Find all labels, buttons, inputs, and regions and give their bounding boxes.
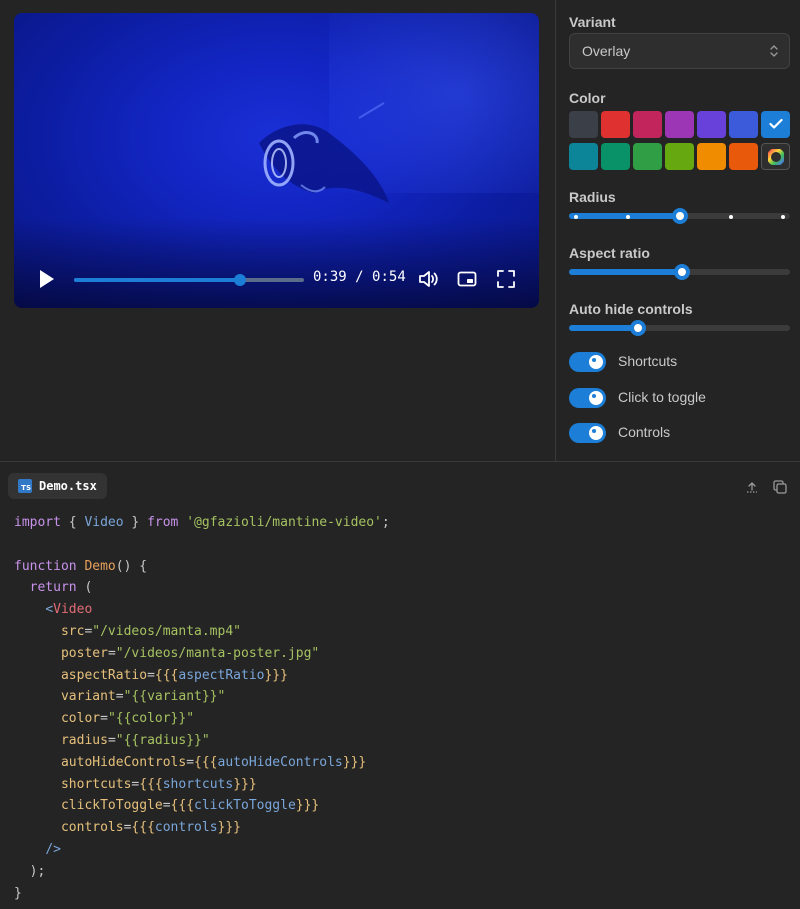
color-swatch[interactable] [601,143,630,170]
color-label: Color [569,90,606,106]
preview-pane: 0:39 / 0:54 [0,0,555,462]
code-token: aspectRatio [178,667,265,683]
color-swatch[interactable] [697,143,726,170]
variant-value: Overlay [582,43,631,59]
color-swatch[interactable] [601,111,630,138]
radius-label: Radius [569,189,616,205]
color-wheel-icon [768,149,784,165]
code-token: shortcuts [162,776,234,792]
expand-code-icon[interactable] [744,479,760,495]
demo-area: 0:39 / 0:54 Variant Overlay Color Radius… [0,0,800,462]
variant-select[interactable]: Overlay [569,33,790,69]
code-token: aspectRatio [60,667,148,683]
manta-ray-image [259,102,389,203]
code-token: "{{radius}}" [115,732,210,748]
code-token: controls [60,820,124,836]
color-picker-swatch[interactable] [761,143,790,170]
color-swatch[interactable] [569,143,598,170]
switch-thumb [589,391,603,405]
copy-icon[interactable] [772,479,788,495]
slider-mark [781,214,786,219]
code-area: TS Demo.tsx import { Video } from '@gfaz… [0,462,800,909]
color-swatch[interactable] [633,143,662,170]
controls-label: Controls [618,424,671,440]
file-tab-label: Demo.tsx [39,479,97,493]
code-token: "{{color}}" [107,711,195,727]
configurator-panel: Variant Overlay Color Radius Aspect rati… [555,0,800,462]
shortcuts-switch[interactable] [569,352,606,372]
color-swatch[interactable] [697,111,726,138]
video-time: 0:39 / 0:54 [313,269,406,285]
code-block: import { Video } from '@gfazioli/mantine… [14,515,390,901]
current-time: 0:39 [313,269,347,285]
video-progress-bar[interactable] [74,274,304,286]
controls-switch[interactable] [569,423,606,443]
click-to-toggle-label: Click to toggle [618,389,706,405]
video-controls-bar: 0:39 / 0:54 [14,250,539,308]
auto-hide-label: Auto hide controls [569,301,693,317]
code-token: poster [60,645,108,661]
code-token: '@gfazioli/mantine-video' [186,515,382,530]
code-token: return [29,580,77,596]
slider-mark [729,214,734,219]
radius-slider-thumb[interactable] [671,208,688,224]
code-token: variant [60,689,116,705]
typescript-icon: TS [18,479,32,493]
code-token: Demo [84,558,116,574]
switch-thumb [589,426,603,440]
color-swatch[interactable] [665,111,694,138]
color-swatch[interactable] [761,111,790,138]
color-swatch[interactable] [569,111,598,138]
time-separator: / [355,269,364,285]
switch-thumb [589,355,603,369]
play-icon[interactable] [38,269,56,289]
shortcuts-label: Shortcuts [618,353,678,369]
aspect-ratio-slider[interactable] [569,264,790,280]
color-swatch[interactable] [729,111,758,138]
code-token: "/videos/manta.mp4" [92,623,241,639]
color-swatch[interactable] [729,143,758,170]
slider-mark [625,214,630,219]
code-token: clickToToggle [60,798,163,814]
aspect-ratio-label: Aspect ratio [569,245,650,261]
click-to-toggle-switch[interactable] [569,388,606,408]
code-token: "{{variant}}" [123,689,226,705]
code-token: controls [154,820,218,836]
code-token: import [14,515,61,530]
video-progress-knob[interactable] [233,274,246,286]
code-token: radius [60,732,108,748]
code-token: from [147,515,179,530]
radius-slider-fill [569,213,680,219]
fullscreen-icon[interactable] [495,268,517,290]
aspect-ratio-slider-fill [569,269,682,275]
code-token: src [60,623,85,639]
code-token: Video [53,602,93,618]
slider-mark [573,214,578,219]
color-swatch[interactable] [665,143,694,170]
app-frame: 0:39 / 0:54 Variant Overlay Color Radius… [0,0,800,909]
color-swatch[interactable] [633,111,662,138]
video-progress-fill [74,278,240,282]
code-token: Video [84,515,124,530]
radius-slider[interactable] [569,208,790,224]
auto-hide-slider-thumb[interactable] [629,320,646,336]
duration: 0:54 [372,269,406,285]
code-token: shortcuts [60,776,132,792]
picture-in-picture-icon[interactable] [456,268,478,290]
code-token: function [14,558,77,574]
code-token: autoHideControls [217,754,343,770]
auto-hide-slider-fill [569,325,638,331]
code-token: color [60,711,101,727]
aspect-ratio-slider-thumb[interactable] [673,264,690,280]
code-token: autoHideControls [60,754,187,770]
code-token: "/videos/manta-poster.jpg" [115,645,320,661]
video-player[interactable]: 0:39 / 0:54 [14,13,539,308]
code-token: clickToToggle [194,798,296,814]
auto-hide-slider[interactable] [569,320,790,336]
check-icon [769,118,783,129]
file-tab-demo[interactable]: TS Demo.tsx [8,473,107,499]
variant-label: Variant [569,14,616,30]
volume-icon[interactable] [417,268,439,290]
chevron-up-down-icon [770,45,778,57]
